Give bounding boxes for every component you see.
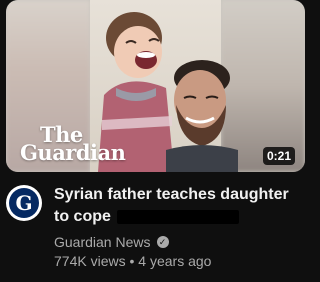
video-card[interactable]: The Guardian 0:21 G Syrian father teache…	[0, 0, 311, 282]
title-line-2: to cope	[54, 208, 111, 225]
verified-checkmark-icon: ✓	[156, 236, 169, 248]
redacted-text-block	[116, 209, 239, 224]
guardian-g-icon: G	[9, 188, 39, 218]
video-metadata: 774K views • 4 years ago	[54, 253, 211, 269]
duration-badge: 0:21	[262, 147, 295, 165]
upload-age: 4 years ago	[138, 253, 212, 269]
channel-name-row[interactable]: Guardian News ✓	[54, 234, 169, 250]
video-thumbnail[interactable]: The Guardian 0:21	[6, 0, 305, 172]
channel-name: Guardian News	[54, 234, 151, 250]
logo-line-guardian: Guardian	[20, 140, 126, 165]
channel-avatar[interactable]: G	[6, 185, 42, 221]
meta-separator: •	[129, 253, 135, 269]
view-count: 774K views	[54, 253, 126, 269]
title-line-1: Syrian father teaches daughter	[54, 186, 289, 203]
video-title[interactable]: Syrian father teaches daughter to cope	[54, 184, 290, 228]
guardian-logo: The Guardian	[20, 124, 126, 165]
